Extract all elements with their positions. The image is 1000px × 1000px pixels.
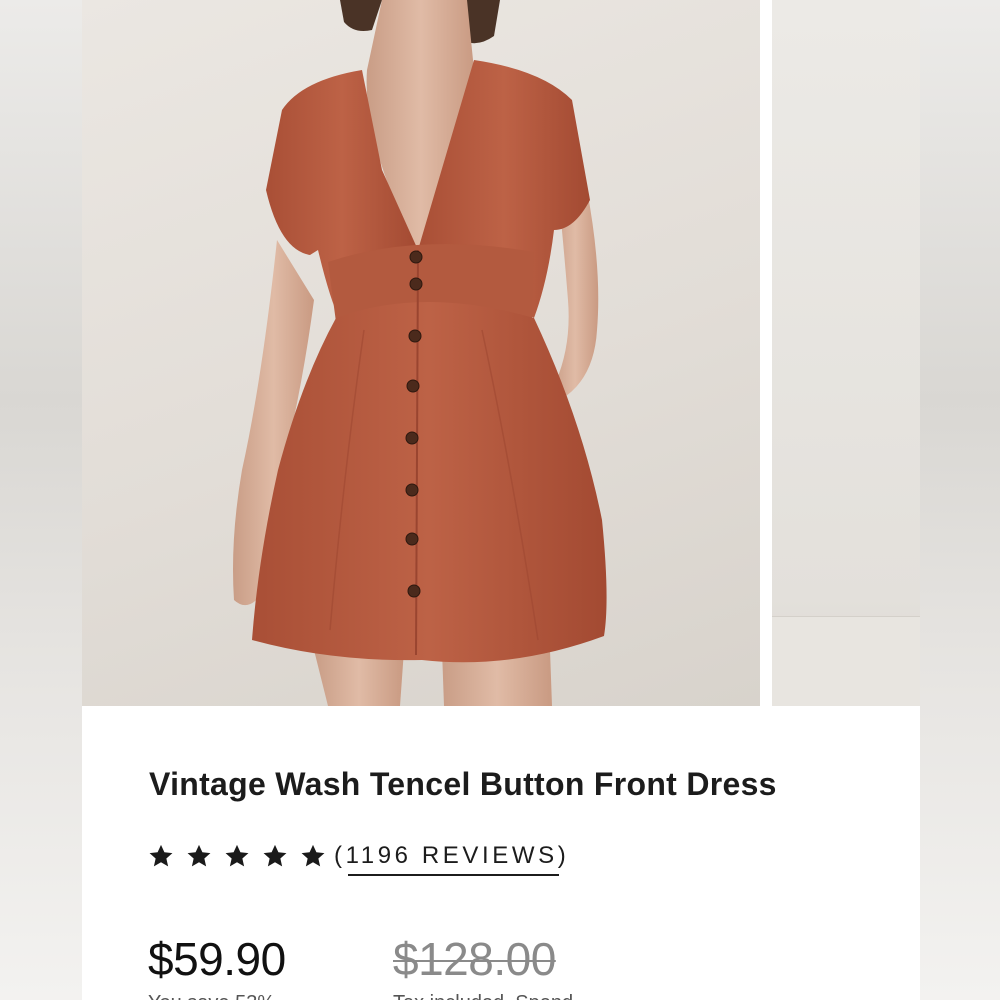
reviews-link[interactable]: (1196 REVIEWS)	[334, 842, 570, 876]
star-icon	[294, 841, 332, 871]
floor-shadow	[772, 616, 920, 706]
reviews-count: (1196 REVIEWS)	[334, 842, 570, 869]
star-icon	[142, 841, 180, 871]
image-carousel[interactable]	[82, 0, 920, 706]
left-blur-gutter	[0, 0, 82, 1000]
sale-price: $59.90	[148, 933, 286, 985]
savings-text: You save 53%	[148, 992, 275, 1000]
dress-photo-illustration	[233, 0, 607, 706]
product-image-next[interactable]	[772, 0, 920, 706]
product-title: Vintage Wash Tencel Button Front Dress	[149, 766, 777, 802]
product-page: Vintage Wash Tencel Button Front Dress (…	[82, 0, 920, 1000]
product-info: Vintage Wash Tencel Button Front Dress (…	[82, 706, 920, 1000]
star-icon	[256, 841, 294, 871]
compare-at-price: $128.00	[393, 933, 556, 985]
star-icon	[218, 841, 256, 871]
rating-row: (1196 REVIEWS)	[142, 838, 570, 876]
right-blur-gutter	[920, 0, 1000, 1000]
product-image-main[interactable]	[82, 0, 760, 706]
tax-note: Tax included. Spend	[393, 992, 573, 1000]
star-rating	[142, 841, 332, 871]
star-icon	[180, 841, 218, 871]
reviews-underline	[348, 874, 560, 876]
